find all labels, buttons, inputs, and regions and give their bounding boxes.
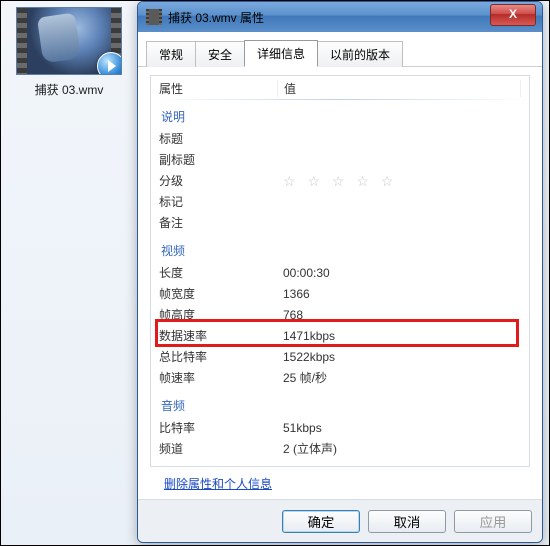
prop-total-bitrate: 总比特率	[159, 347, 277, 368]
prop-rating: 分级	[159, 171, 277, 192]
file-name-label: 捕获 03.wmv	[9, 81, 129, 98]
prop-title: 标题	[159, 129, 277, 150]
prop-frame-rate: 帧速率	[159, 368, 277, 389]
prop-frame-height: 帧高度	[159, 305, 277, 326]
prop-length: 长度	[159, 263, 277, 284]
details-list[interactable]: 属性 值 说明 标题 副标题 分级☆ ☆ ☆ ☆ ☆ 标记 备注 视频 长度00…	[150, 75, 530, 467]
section-video: 视频	[159, 234, 521, 263]
apply-button[interactable]: 应用	[454, 510, 532, 533]
cancel-button[interactable]: 取消	[368, 510, 446, 533]
prop-frame-width: 帧宽度	[159, 284, 277, 305]
window-file-icon	[146, 9, 162, 25]
col-property[interactable]: 属性	[159, 80, 278, 97]
tab-details[interactable]: 详细信息	[244, 40, 318, 67]
dialog-button-bar: 确定 取消 应用	[138, 499, 542, 542]
ok-button[interactable]: 确定	[282, 510, 360, 533]
desktop-file-icon[interactable]: 捕获 03.wmv	[9, 7, 129, 98]
prop-subtitle: 副标题	[159, 150, 277, 171]
tab-security[interactable]: 安全	[195, 41, 245, 67]
window-title: 捕获 03.wmv 属性	[168, 9, 264, 26]
section-description: 说明	[159, 100, 521, 129]
prop-comments: 备注	[159, 213, 277, 234]
close-button[interactable]: X	[490, 4, 536, 26]
play-overlay-icon	[97, 52, 122, 75]
prop-tags: 标记	[159, 192, 277, 213]
tab-previous-versions[interactable]: 以前的版本	[317, 41, 403, 67]
prop-data-rate: 数据速率	[159, 326, 277, 347]
tab-strip: 常规 安全 详细信息 以前的版本	[138, 32, 542, 67]
remove-properties-link[interactable]: 删除属性和个人信息	[164, 477, 272, 491]
rating-stars-icon[interactable]: ☆ ☆ ☆ ☆ ☆	[277, 171, 521, 192]
section-audio: 音频	[159, 389, 521, 418]
title-bar[interactable]: 捕获 03.wmv 属性 X	[138, 2, 542, 32]
prop-bit-rate: 比特率	[159, 418, 277, 439]
col-value[interactable]: 值	[278, 80, 521, 97]
tab-general[interactable]: 常规	[146, 41, 196, 67]
properties-dialog: 捕获 03.wmv 属性 X 常规 安全 详细信息 以前的版本 属性 值 说明 …	[137, 1, 543, 543]
video-thumbnail	[16, 7, 122, 75]
